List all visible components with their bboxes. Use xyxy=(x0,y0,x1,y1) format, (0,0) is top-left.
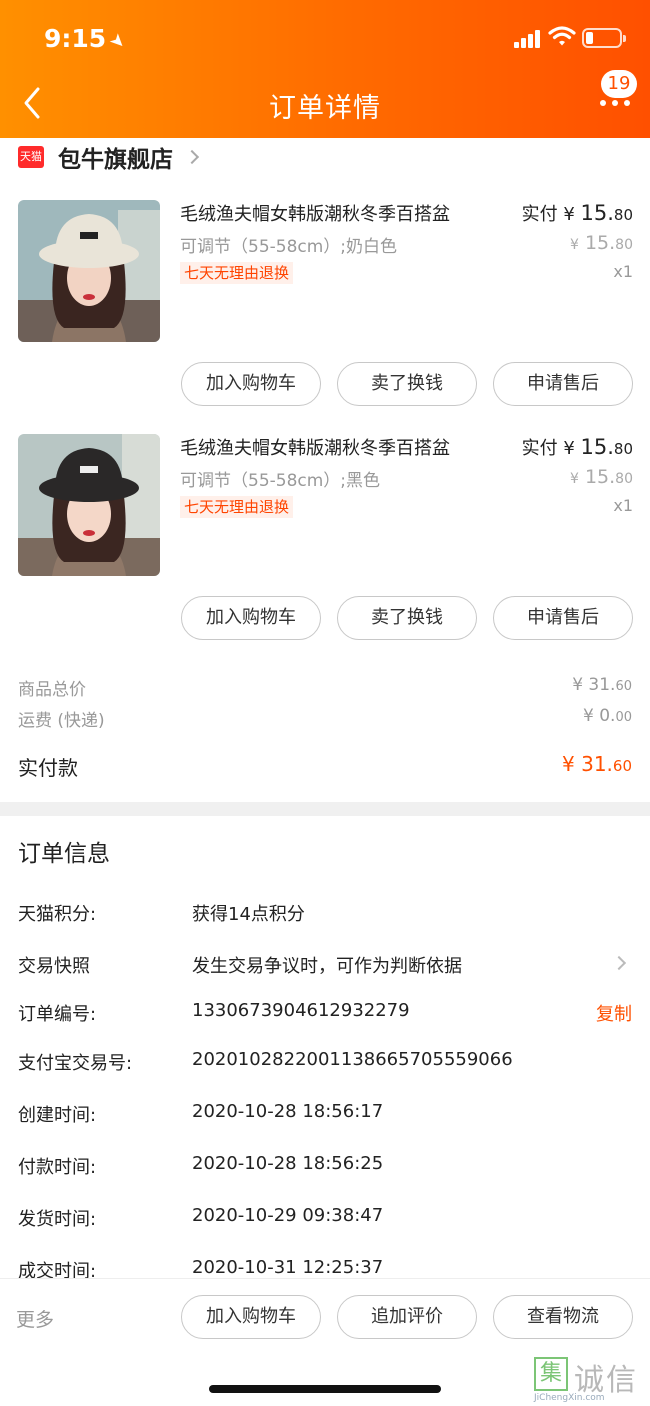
add-review-button[interactable]: 追加评价 xyxy=(337,1295,477,1339)
return-policy-tag: 七天无理由退换 xyxy=(180,496,294,518)
resell-button[interactable]: 卖了换钱 xyxy=(337,362,477,406)
section-divider xyxy=(0,802,650,816)
header-bar: 9:15➤ 订单详情 19 xyxy=(0,0,650,138)
wifi-icon xyxy=(548,26,576,46)
shipping-label: 运费 (快递) xyxy=(18,711,105,731)
product-title[interactable]: 毛绒渔夫帽女韩版潮秋冬季百搭盆 xyxy=(180,434,450,460)
product-sku: 可调节（55-58cm）;奶白色 xyxy=(180,237,398,257)
tmall-logo-icon: 天猫 xyxy=(18,146,44,168)
paid-total-row: 实付款 ¥ 31.60 xyxy=(18,752,632,781)
add-to-cart-button[interactable]: 加入购物车 xyxy=(181,596,321,640)
original-price: ¥ 15.80 xyxy=(569,466,633,488)
product-item[interactable]: 毛绒渔夫帽女韩版潮秋冬季百搭盆 可调节（55-58cm）;奶白色 七天无理由退换… xyxy=(0,200,650,360)
paid-total-label: 实付款 xyxy=(18,756,78,780)
more-dots-icon[interactable] xyxy=(598,100,632,110)
goods-total-label: 商品总价 xyxy=(18,680,86,700)
product-item[interactable]: 毛绒渔夫帽女韩版潮秋冬季百搭盆 可调节（55-58cm）;黑色 七天无理由退换 … xyxy=(0,434,650,594)
chevron-right-icon xyxy=(611,955,627,971)
product-action-row: 加入购物车 卖了换钱 申请售后 xyxy=(0,362,650,406)
location-arrow-icon: ➤ xyxy=(104,28,131,55)
product-action-row: 加入购物车 卖了换钱 申请售后 xyxy=(0,596,650,640)
home-indicator[interactable] xyxy=(209,1385,441,1393)
product-thumbnail[interactable] xyxy=(18,200,160,342)
product-title[interactable]: 毛绒渔夫帽女韩版潮秋冬季百搭盆 xyxy=(180,200,450,226)
product-thumbnail[interactable] xyxy=(18,434,160,576)
paid-total-value: ¥ 31.60 xyxy=(562,752,632,776)
watermark-logo: 集 诚信 JiChengXin.com xyxy=(532,1355,648,1405)
after-sales-button[interactable]: 申请售后 xyxy=(493,362,633,406)
store-row[interactable]: 天猫 包牛旗舰店 xyxy=(18,140,200,174)
status-time: 9:15➤ xyxy=(44,24,131,55)
chevron-right-icon xyxy=(184,149,200,165)
paid-price: 实付 ¥ 15.80 xyxy=(521,201,633,225)
add-to-cart-button[interactable]: 加入购物车 xyxy=(181,1295,321,1339)
bottom-action-bar: 更多 加入购物车 追加评价 查看物流 集 诚信 JiChengXin.com xyxy=(0,1278,650,1406)
resell-button[interactable]: 卖了换钱 xyxy=(337,596,477,640)
paid-price: 实付 ¥ 15.80 xyxy=(521,435,633,459)
shipping-row: 运费 (快递) ¥ 0.00 xyxy=(18,706,632,731)
cellular-signal-icon xyxy=(514,30,542,48)
message-count-badge[interactable]: 19 xyxy=(601,70,637,98)
original-price: ¥ 15.80 xyxy=(569,232,633,254)
more-button[interactable]: 更多 xyxy=(16,1305,54,1332)
page-title: 订单详情 xyxy=(269,93,381,124)
product-sku: 可调节（55-58cm）;黑色 xyxy=(180,471,381,491)
quantity: x1 xyxy=(613,496,633,515)
goods-total-row: 商品总价 ¥ 31.60 xyxy=(18,675,632,700)
order-info-title: 订单信息 xyxy=(18,841,110,867)
quantity: x1 xyxy=(613,262,633,281)
add-to-cart-button[interactable]: 加入购物车 xyxy=(181,362,321,406)
return-policy-tag: 七天无理由退换 xyxy=(180,262,294,284)
view-logistics-button[interactable]: 查看物流 xyxy=(493,1295,633,1339)
shipping-value: ¥ 0.00 xyxy=(583,706,632,726)
copy-button[interactable]: 复制 xyxy=(596,1000,632,1026)
battery-icon xyxy=(582,28,626,48)
after-sales-button[interactable]: 申请售后 xyxy=(493,596,633,640)
goods-total-value: ¥ 31.60 xyxy=(572,675,632,695)
store-name[interactable]: 包牛旗舰店 xyxy=(58,140,173,174)
